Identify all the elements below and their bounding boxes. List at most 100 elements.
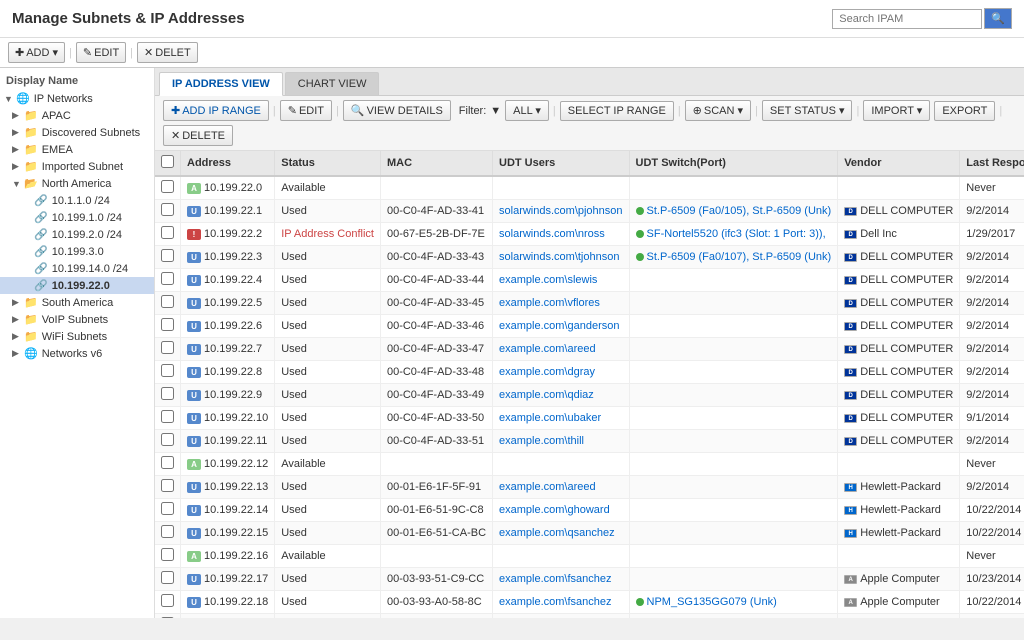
sidebar-item-discovered[interactable]: ▶ 📁 Discovered Subnets — [0, 124, 154, 141]
select-all-checkbox[interactable] — [161, 155, 174, 168]
status-icon: U — [187, 413, 201, 424]
udt-user-link[interactable]: example.com\areed — [499, 343, 596, 355]
row-checkbox[interactable] — [161, 479, 174, 492]
row-checkbox[interactable] — [161, 272, 174, 285]
sidebar-item-label: 10.199.22.0 — [52, 280, 110, 292]
cell-udt-users — [493, 176, 630, 200]
sidebar-item-10-1-1-0[interactable]: 🔗 10.1.1.0 /24 — [0, 192, 154, 209]
row-checkbox[interactable] — [161, 318, 174, 331]
sidebar-item-apac[interactable]: ▶ 📁 APAC — [0, 107, 154, 124]
sidebar-item-10-199-22-0[interactable]: 🔗 10.199.22.0 — [0, 277, 154, 294]
udt-user-link[interactable]: example.com\fsanchez — [499, 596, 612, 608]
row-checkbox[interactable] — [161, 364, 174, 377]
sidebar-item-10-199-14-0[interactable]: 🔗 10.199.14.0 /24 — [0, 260, 154, 277]
udt-switch-link[interactable]: SF-Nortel5520 (ifc3 (Slot: 1 Port: 3)), — [647, 228, 826, 240]
network-icon: 🔗 — [34, 262, 48, 275]
udt-user-link[interactable]: example.com\areed — [499, 481, 596, 493]
cell-udt-switch — [629, 614, 838, 619]
sidebar-item-wifi[interactable]: ▶ 📁 WiFi Subnets — [0, 328, 154, 345]
sidebar-item-ip-networks[interactable]: ▼ 🌐 IP Networks — [0, 90, 154, 107]
select-all-header[interactable] — [155, 151, 181, 176]
action-edit-button[interactable]: ✎ EDIT — [280, 100, 332, 121]
tab-ip-address-view[interactable]: IP ADDRESS VIEW — [159, 72, 283, 96]
table-row: U10.199.22.8Used00-C0-4F-AD-33-48example… — [155, 361, 1024, 384]
cell-status: Used — [275, 499, 381, 522]
cell-vendor: DDELL COMPUTER — [838, 315, 960, 338]
table-delete-button[interactable]: ✕ DELETE — [163, 125, 233, 146]
row-checkbox[interactable] — [161, 433, 174, 446]
row-checkbox[interactable] — [161, 387, 174, 400]
row-checkbox[interactable] — [161, 594, 174, 607]
cell-address: U10.199.22.10 — [181, 407, 275, 430]
sidebar-item-imported[interactable]: ▶ 📁 Imported Subnet — [0, 158, 154, 175]
row-checkbox[interactable] — [161, 203, 174, 216]
udt-user-link[interactable]: solarwinds.com\tjohnson — [499, 251, 619, 263]
row-checkbox[interactable] — [161, 617, 174, 618]
udt-user-link[interactable]: example.com\thill — [499, 435, 584, 447]
add-button[interactable]: ✚ ADD ▾ — [8, 42, 65, 63]
cell-address: U10.199.22.8 — [181, 361, 275, 384]
udt-switch-link[interactable]: St.P-6509 (Fa0/107), St.P-6509 (Unk) — [647, 251, 832, 263]
tab-chart-view[interactable]: CHART VIEW — [285, 72, 380, 95]
vendor-icon: D — [844, 345, 857, 354]
view-details-button[interactable]: 🔍 VIEW DETAILS — [343, 100, 451, 121]
cell-address: U10.199.22.6 — [181, 315, 275, 338]
udt-user-link[interactable]: example.com\ghoward — [499, 504, 610, 516]
cell-last-response: 9/2/2014 — [960, 430, 1024, 453]
sidebar-item-emea[interactable]: ▶ 📁 EMEA — [0, 141, 154, 158]
status-icon: U — [187, 436, 201, 447]
import-button[interactable]: IMPORT ▾ — [863, 100, 930, 121]
status-icon: A — [187, 183, 201, 194]
status-icon: A — [187, 551, 201, 562]
udt-user-link[interactable]: example.com\vflores — [499, 297, 600, 309]
row-checkbox[interactable] — [161, 456, 174, 469]
cell-udt-users: example.com\vflores — [493, 292, 630, 315]
expand-icon: ▶ — [12, 314, 22, 325]
display-name-label: Display Name — [0, 72, 154, 90]
row-checkbox[interactable] — [161, 502, 174, 515]
udt-user-link[interactable]: solarwinds.com\nross — [499, 228, 605, 240]
filter-all-button[interactable]: ALL ▾ — [505, 100, 549, 121]
udt-user-link[interactable]: solarwinds.com\pjohnson — [499, 205, 623, 217]
udt-user-link[interactable]: example.com\ganderson — [499, 320, 619, 332]
search-button[interactable]: 🔍 — [984, 8, 1012, 29]
set-status-button[interactable]: SET STATUS ▾ — [762, 100, 853, 121]
sidebar-item-north-america[interactable]: ▼ 📂 North America — [0, 175, 154, 192]
cell-address: U10.199.22.15 — [181, 522, 275, 545]
udt-user-link[interactable]: example.com\ubaker — [499, 412, 601, 424]
row-checkbox[interactable] — [161, 525, 174, 538]
sidebar-item-10-199-1-0[interactable]: 🔗 10.199.1.0 /24 — [0, 209, 154, 226]
sidebar-item-networks-v6[interactable]: ▶ 🌐 Networks v6 — [0, 345, 154, 362]
udt-user-link[interactable]: example.com\dgray — [499, 366, 595, 378]
view-tabs: IP ADDRESS VIEW CHART VIEW — [155, 68, 1024, 96]
edit-button[interactable]: ✎ EDIT — [76, 42, 126, 63]
udt-user-link[interactable]: example.com\qsanchez — [499, 527, 615, 539]
row-checkbox[interactable] — [161, 571, 174, 584]
cell-vendor: DDELL COMPUTER — [838, 200, 960, 223]
row-checkbox[interactable] — [161, 180, 174, 193]
cell-vendor: AApple Computer — [838, 591, 960, 614]
cell-vendor — [838, 614, 960, 619]
export-button[interactable]: EXPORT — [934, 101, 995, 121]
add-ip-range-button[interactable]: ✚ ADD IP RANGE — [163, 100, 269, 121]
col-udt-switch: UDT Switch(Port) — [629, 151, 838, 176]
udt-switch-link[interactable]: NPM_SG135GG079 (Unk) — [647, 596, 777, 608]
sidebar-item-10-199-2-0[interactable]: 🔗 10.199.2.0 /24 — [0, 226, 154, 243]
udt-user-link[interactable]: example.com\slewis — [499, 274, 597, 286]
row-checkbox[interactable] — [161, 410, 174, 423]
sidebar-item-10-199-3-0[interactable]: 🔗 10.199.3.0 — [0, 243, 154, 260]
row-checkbox[interactable] — [161, 295, 174, 308]
sidebar-item-south-america[interactable]: ▶ 📁 South America — [0, 294, 154, 311]
select-ip-range-button[interactable]: SELECT IP RANGE — [560, 101, 674, 121]
row-checkbox[interactable] — [161, 226, 174, 239]
udt-user-link[interactable]: example.com\qdiaz — [499, 389, 594, 401]
row-checkbox[interactable] — [161, 548, 174, 561]
delete-button[interactable]: ✕ DELET — [137, 42, 198, 63]
udt-switch-link[interactable]: St.P-6509 (Fa0/105), St.P-6509 (Unk) — [647, 205, 832, 217]
udt-user-link[interactable]: example.com\fsanchez — [499, 573, 612, 585]
scan-button[interactable]: ⊕ SCAN ▾ — [685, 100, 751, 121]
search-input[interactable] — [832, 9, 982, 29]
row-checkbox[interactable] — [161, 249, 174, 262]
row-checkbox[interactable] — [161, 341, 174, 354]
sidebar-item-voip[interactable]: ▶ 📁 VoIP Subnets — [0, 311, 154, 328]
